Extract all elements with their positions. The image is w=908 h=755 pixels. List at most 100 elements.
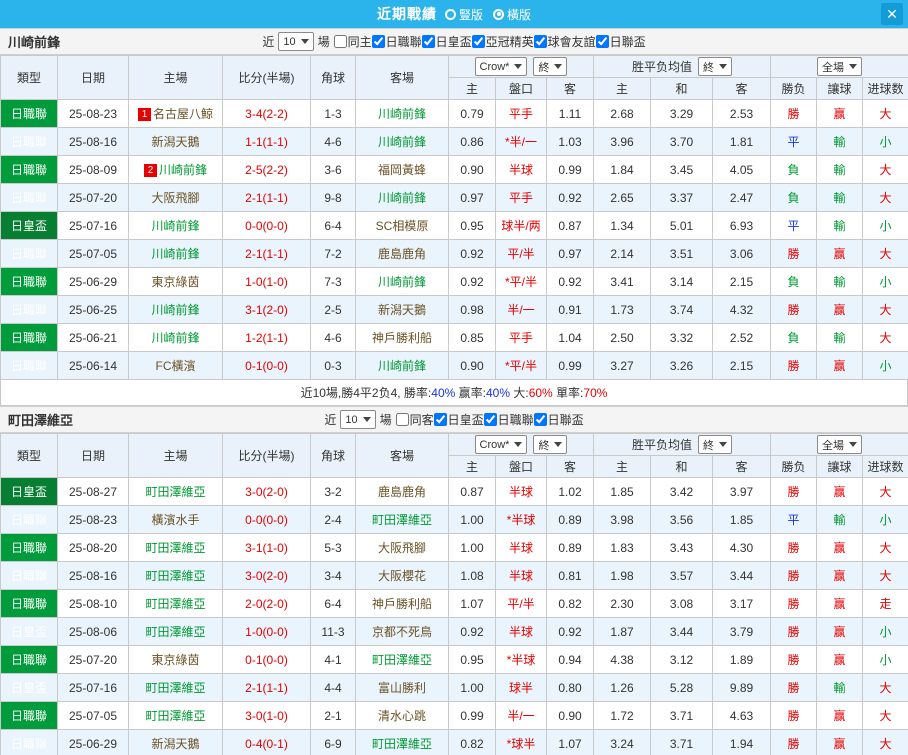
match-row: 日職聯 25-08-23 橫濱水手 0-0(0-0) 2-4 町田澤維亞 1.00 *半球 0.…	[0, 505, 908, 534]
match-date: 25-08-16	[57, 561, 129, 590]
away-team-name[interactable]: 川崎前鋒	[378, 359, 426, 373]
avg-final-select[interactable]: 終	[698, 435, 733, 454]
checkbox-input[interactable]	[421, 35, 435, 48]
home-team-name[interactable]: 町田澤維亞	[145, 485, 205, 499]
away-team-name[interactable]: 川崎前鋒	[378, 275, 426, 289]
checkbox-input[interactable]	[483, 413, 497, 426]
away-team-name[interactable]: 町田澤維亞	[372, 653, 432, 667]
checkbox-input[interactable]	[533, 413, 547, 426]
away-team-name[interactable]: 大阪櫻花	[378, 569, 426, 583]
checkbox-input[interactable]	[433, 413, 447, 426]
home-team-name[interactable]: 町田澤維亞	[145, 709, 205, 723]
away-team-name[interactable]: 川崎前鋒	[378, 107, 426, 121]
away-team-name[interactable]: 川崎前鋒	[378, 135, 426, 149]
avg-final-select[interactable]: 終	[698, 57, 733, 76]
home-team-name[interactable]: 町田澤維亞	[145, 541, 205, 555]
checkbox-label: 球會友誼	[547, 35, 596, 49]
home-team-name[interactable]: 町田澤維亞	[145, 569, 205, 583]
avg-draw-odds: 3.45	[650, 155, 713, 184]
filter-checkbox[interactable]: 亞冠精英	[471, 33, 534, 50]
corners: 1-3	[310, 99, 356, 128]
away-odds: 0.97	[546, 239, 594, 268]
odds-source-group: Crow* 終	[448, 55, 594, 78]
full-match-select[interactable]: 全場	[817, 435, 863, 454]
match-date: 25-08-27	[57, 477, 129, 506]
handicap-line: 平手	[495, 323, 547, 352]
home-team-name[interactable]: 川崎前鋒	[151, 303, 199, 317]
handicap-line: *半球	[495, 645, 547, 674]
away-team-name[interactable]: 富山勝利	[378, 681, 426, 695]
competition-type: 日職聯	[0, 351, 58, 380]
radio-icon[interactable]	[493, 8, 504, 20]
away-team-name[interactable]: 町田澤維亞	[372, 737, 432, 751]
odds-source-select[interactable]: Crow*	[474, 57, 528, 76]
final-odds-select[interactable]: 終	[533, 57, 568, 76]
handicap-result: 赢	[816, 617, 864, 646]
home-team-name[interactable]: 東京綠茵	[151, 275, 199, 289]
away-team-name[interactable]: 大阪飛腳	[378, 541, 426, 555]
corners: 7-2	[310, 239, 356, 268]
away-team-name[interactable]: 町田澤維亞	[372, 513, 432, 527]
home-team-name[interactable]: 町田澤維亞	[145, 681, 205, 695]
filter-checkbox[interactable]: 同客	[395, 411, 434, 428]
avg-home-odds: 3.41	[593, 267, 651, 296]
avg-draw-odds: 3.57	[650, 561, 713, 590]
home-team-cell: 東京綠茵	[128, 645, 223, 674]
col-header-avg-draw: 和	[650, 455, 713, 478]
home-team-name[interactable]: 川崎前鋒	[159, 163, 207, 177]
home-team-name[interactable]: 川崎前鋒	[151, 331, 199, 345]
away-team-name[interactable]: 京都不死鳥	[372, 625, 432, 639]
layout-radio[interactable]: 豎版	[444, 6, 483, 23]
close-button[interactable]: ✕	[881, 3, 903, 25]
home-team-name[interactable]: 東京綠茵	[151, 653, 199, 667]
home-team-name[interactable]: 町田澤維亞	[145, 625, 205, 639]
filter-checkbox[interactable]: 球會友誼	[533, 33, 596, 50]
filter-checkbox[interactable]: 同主	[333, 33, 372, 50]
odds-source-select[interactable]: Crow*	[474, 435, 528, 454]
checkbox-input[interactable]	[371, 35, 385, 48]
home-team-name[interactable]: 新潟天鵝	[151, 135, 199, 149]
checkbox-input[interactable]	[595, 35, 609, 48]
filter-checkbox[interactable]: 日聯盃	[595, 33, 646, 50]
home-team-name[interactable]: 名古屋八鯨	[153, 107, 213, 121]
home-team-name[interactable]: FC橫濱	[156, 359, 196, 373]
away-team-name[interactable]: 神戶勝利船	[372, 597, 432, 611]
checkbox-input[interactable]	[471, 35, 485, 48]
away-team-name[interactable]: SC相模原	[376, 219, 429, 233]
checkbox-input[interactable]	[533, 35, 547, 48]
home-team-name[interactable]: 川崎前鋒	[151, 247, 199, 261]
final-odds-select[interactable]: 終	[533, 435, 568, 454]
away-team-name[interactable]: 神戶勝利船	[372, 331, 432, 345]
games-count-select[interactable]: 10	[278, 32, 314, 51]
away-odds: 0.91	[546, 295, 594, 324]
filter-checkbox[interactable]: 日聯盃	[533, 411, 584, 428]
filter-checkbox[interactable]: 日皇盃	[433, 411, 484, 428]
home-team-name[interactable]: 新潟天鵝	[151, 737, 199, 751]
home-team-name[interactable]: 大阪飛腳	[151, 191, 199, 205]
games-count-select[interactable]: 10	[340, 410, 376, 429]
away-team-name[interactable]: 鹿島鹿角	[378, 247, 426, 261]
score: 0-1(0-0)	[222, 645, 311, 674]
col-header-let-goal: 讓球	[816, 455, 864, 478]
home-team-name[interactable]: 川崎前鋒	[151, 219, 199, 233]
home-team-name[interactable]: 町田澤維亞	[145, 597, 205, 611]
away-team-name[interactable]: 新潟天鵝	[378, 303, 426, 317]
handicap-result: 赢	[816, 645, 864, 674]
away-team-name[interactable]: 清水心跳	[378, 709, 426, 723]
radio-icon[interactable]	[444, 8, 456, 20]
away-team-name[interactable]: 鹿島鹿角	[378, 485, 426, 499]
filter-checkbox[interactable]: 日皇盃	[421, 33, 472, 50]
filter-checkbox[interactable]: 日職聯	[483, 411, 534, 428]
full-match-select[interactable]: 全場	[817, 57, 863, 76]
layout-radio[interactable]: 橫版	[493, 6, 531, 23]
home-team-name[interactable]: 橫濱水手	[151, 513, 199, 527]
filter-checkbox[interactable]: 日職聯	[371, 33, 422, 50]
away-team-name[interactable]: 福岡黃蜂	[378, 163, 426, 177]
avg-home-odds: 3.24	[593, 729, 651, 755]
away-team-name[interactable]: 川崎前鋒	[378, 191, 426, 205]
avg-away-odds: 4.30	[711, 533, 772, 562]
checkbox-input[interactable]	[333, 35, 347, 48]
checkbox-input[interactable]	[395, 413, 409, 426]
chevron-down-icon	[719, 64, 728, 69]
avg-home-odds: 2.14	[593, 239, 651, 268]
